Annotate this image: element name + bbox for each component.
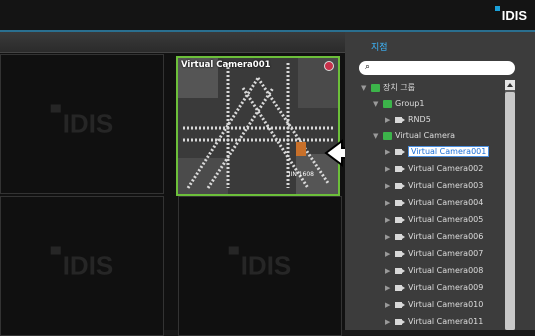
top-bar: IDIS (0, 0, 535, 32)
camera-icon (395, 165, 405, 172)
camera-icon (395, 318, 405, 325)
tree-item-group1[interactable]: ▼ Group1 (373, 96, 424, 111)
tree-item-camera[interactable]: ▶ Virtual Camera007 (385, 246, 483, 261)
expand-icon[interactable]: ▼ (361, 81, 371, 96)
camera-title: Virtual Camera001 (181, 60, 271, 70)
group-icon (371, 83, 380, 92)
idis-watermark: IDIS (50, 104, 113, 140)
group-icon (383, 99, 392, 108)
scrollbar-thumb[interactable] (505, 92, 515, 330)
camera-icon (395, 182, 405, 189)
camera-icon (395, 116, 405, 123)
camera-icon (395, 250, 405, 257)
idis-logo: IDIS (494, 6, 527, 23)
video-cell-empty[interactable]: IDIS (0, 54, 164, 194)
camera-icon (395, 301, 405, 308)
tree-item-camera[interactable]: ▶ Virtual Camera011 (385, 314, 483, 329)
tree-item-camera[interactable]: ▶ Virtual Camera009 (385, 280, 483, 295)
video-cell-empty[interactable]: IDIS (178, 196, 342, 336)
tree-item-camera[interactable]: ▶ Virtual Camera008 (385, 263, 483, 278)
search-icon: ⌕ (365, 62, 371, 72)
camera-icon (395, 216, 405, 223)
camera-stamp: IIN 1608 (288, 171, 314, 178)
camera-icon (395, 284, 405, 291)
tree-item-device-group[interactable]: ▼ 장치 그룹 (361, 80, 415, 95)
camera-icon (395, 267, 405, 274)
collapse-icon[interactable]: ▶ (385, 113, 395, 128)
tree-item-camera[interactable]: ▶ Virtual Camera002 (385, 161, 483, 176)
group-icon (383, 131, 392, 140)
tree-item-camera[interactable]: ▶ Virtual Camera006 (385, 229, 483, 244)
tree-item-rnd5[interactable]: ▶ RND5 (385, 112, 431, 127)
tree-scrollbar[interactable] (505, 80, 515, 330)
tree-item-camera[interactable]: ▶ Virtual Camera001 (385, 144, 490, 159)
search-input[interactable]: ⌕ (359, 61, 515, 75)
tree-item-camera[interactable]: ▶ Virtual Camera005 (385, 212, 483, 227)
scroll-up-icon[interactable] (505, 80, 515, 90)
camera-icon (395, 148, 405, 155)
camera-icon (395, 199, 405, 206)
camera-feed-image (178, 58, 338, 194)
idis-watermark: IDIS (50, 246, 113, 282)
tree-item-virtual-camera[interactable]: ▼ Virtual Camera (373, 128, 455, 143)
expand-icon[interactable]: ▼ (373, 129, 383, 144)
video-cell-active[interactable]: Virtual Camera001 IIN 1608 (176, 56, 340, 196)
record-indicator-icon (324, 61, 334, 71)
panel-title: 지점 (371, 43, 388, 53)
tree-item-camera[interactable]: ▶ Virtual Camera004 (385, 195, 483, 210)
video-grid-area: IDIS IDIS IDIS Virtual Camera001 IIN 160… (0, 32, 345, 336)
tree-item-camera[interactable]: ▶ Virtual Camera003 (385, 178, 483, 193)
grid-toolbar (0, 32, 345, 53)
camera-icon (395, 233, 405, 240)
tree-item-camera[interactable]: ▶ Virtual Camera010 (385, 297, 483, 312)
expand-icon[interactable]: ▼ (373, 97, 383, 112)
video-cell-empty[interactable]: IDIS (0, 196, 164, 336)
idis-watermark: IDIS (228, 246, 291, 282)
site-panel: 지점 ⌕ ▼ 장치 그룹 ▼ Group1 ▶ RND5 ▼ Virtual Camer… (345, 32, 535, 330)
